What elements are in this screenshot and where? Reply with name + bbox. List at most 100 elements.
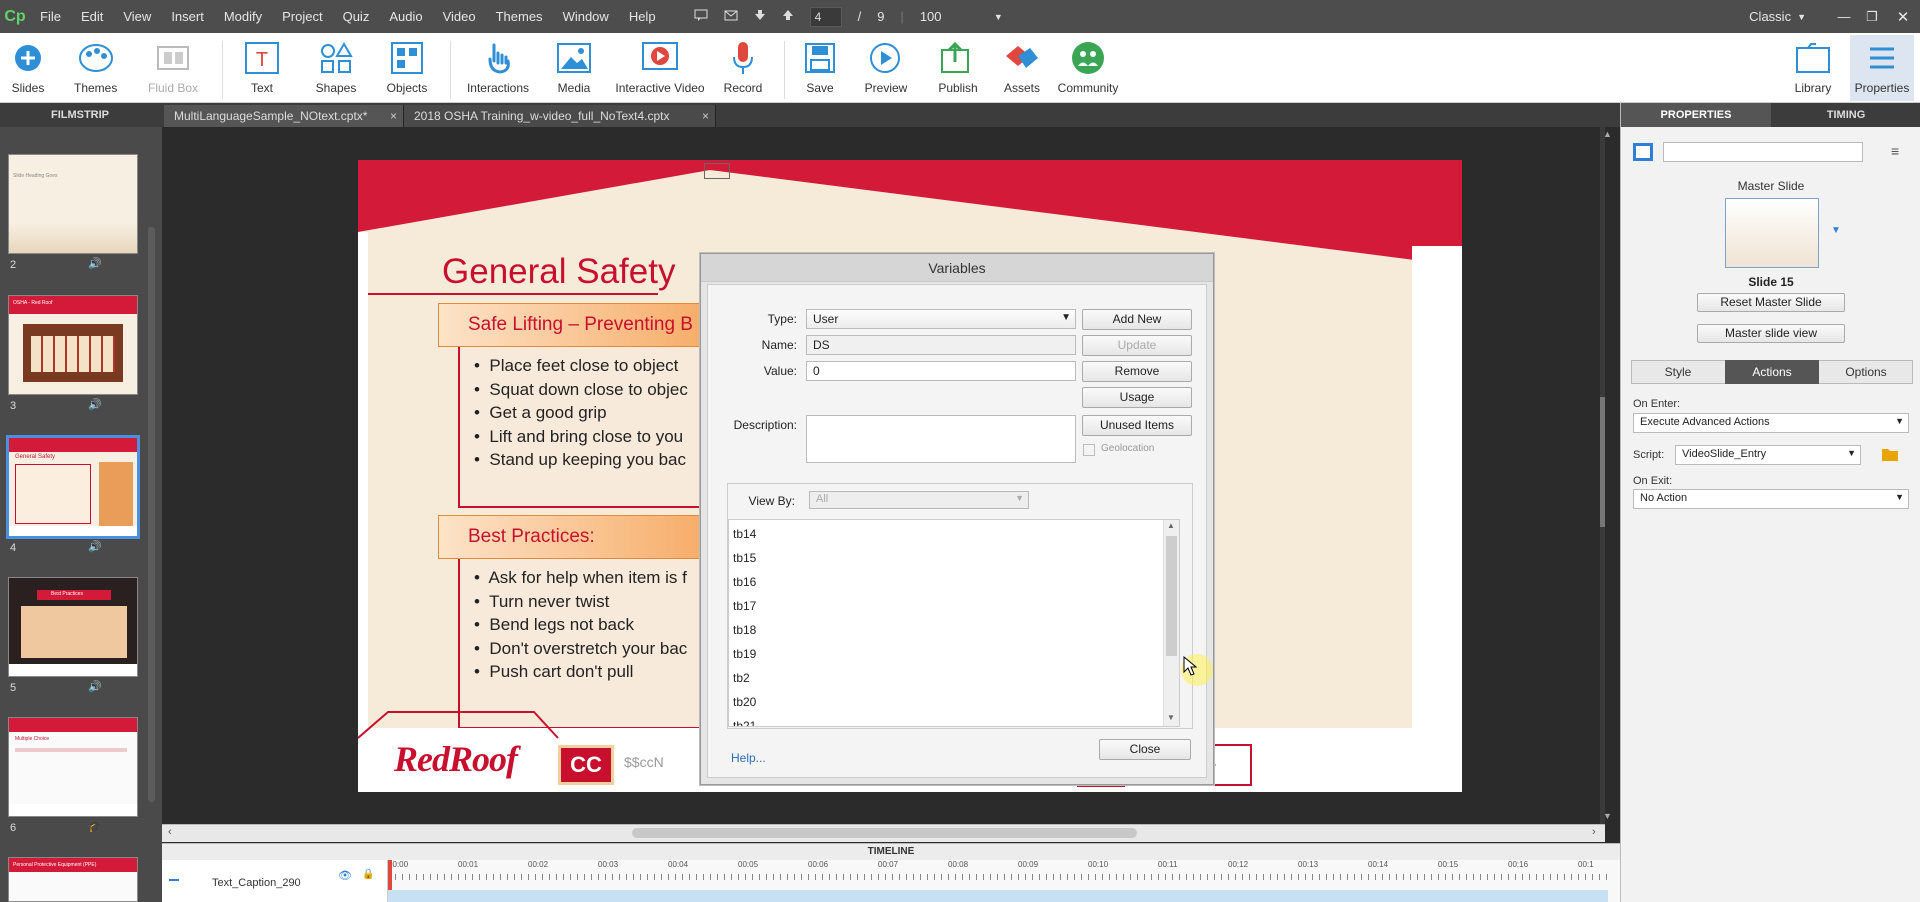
library-button[interactable]: Library (1792, 39, 1834, 95)
interactive-video-button[interactable]: Interactive Video (615, 39, 705, 95)
name-field[interactable]: DS (806, 335, 1076, 355)
filmstrip-scrollbar[interactable] (148, 227, 155, 802)
zoom-dropdown-icon[interactable]: ▼ (994, 12, 1003, 22)
comment-icon[interactable] (694, 9, 708, 24)
fluid-box-button[interactable]: Fluid Box (148, 39, 198, 95)
workspace-chevron-icon[interactable]: ▼ (1797, 12, 1806, 22)
view-by-select[interactable]: All ▼ (809, 491, 1029, 509)
tab-document-1[interactable]: MultiLanguageSample_NOtext.cptx* × (164, 105, 404, 127)
menu-file[interactable]: File (30, 0, 71, 33)
menu-project[interactable]: Project (272, 0, 332, 33)
media-button[interactable]: Media (552, 39, 596, 95)
slide-thumbnail-2[interactable]: Slide Heading Goes (8, 154, 138, 254)
object-name-field[interactable] (1663, 142, 1863, 162)
minimize-icon[interactable]: — (1830, 9, 1858, 24)
update-button[interactable]: Update (1082, 335, 1192, 356)
menu-video[interactable]: Video (433, 0, 486, 33)
timeline-track-bar[interactable] (388, 890, 1608, 902)
master-dropdown-icon[interactable]: ▼ (1831, 225, 1841, 236)
slide-thumbnail-5[interactable]: Best Practices (8, 577, 138, 677)
interactions-button[interactable]: Interactions (466, 39, 530, 95)
list-item[interactable]: tb16 (733, 570, 1179, 594)
slides-button[interactable]: Slides (8, 39, 48, 95)
list-item[interactable]: tb18 (733, 618, 1179, 642)
slide-thumbnail-4-selected[interactable]: General Safety (6, 435, 140, 539)
community-button[interactable]: Community (1058, 39, 1118, 95)
previous-slide-icon[interactable] (782, 9, 794, 24)
close-icon[interactable]: ✕ (1886, 8, 1920, 26)
on-exit-select[interactable]: No Action ▼ (1633, 489, 1909, 509)
eye-icon[interactable]: 👁 (338, 869, 352, 882)
preview-button[interactable]: Preview (862, 39, 910, 95)
timeline-ruler[interactable]: 00:00 00:01 00:02 00:03 00:04 00:05 00:0… (387, 860, 1620, 902)
close-button[interactable]: Close (1099, 739, 1191, 760)
stage-horizontal-scrollbar[interactable] (632, 828, 1137, 838)
menu-modify[interactable]: Modify (214, 0, 272, 33)
record-button[interactable]: Record (722, 39, 764, 95)
list-item[interactable]: tb20 (733, 690, 1179, 714)
zoom-value[interactable]: 100 (920, 9, 970, 24)
menu-window[interactable]: Window (553, 0, 619, 33)
lock-icon[interactable]: 🔒 (362, 869, 374, 880)
save-button[interactable]: Save (800, 39, 840, 95)
list-scrollbar-thumb[interactable] (1166, 536, 1177, 656)
scroll-right-icon[interactable]: › (1592, 826, 1596, 838)
restore-icon[interactable]: ❐ (1858, 9, 1886, 25)
subtab-actions[interactable]: Actions (1725, 360, 1819, 384)
tab-properties[interactable]: PROPERTIES (1621, 103, 1771, 127)
tab-document-2[interactable]: 2018 OSHA Training_w-video_full_NoText4.… (404, 105, 716, 127)
text-button[interactable]: T Text (240, 39, 284, 95)
tab-close-icon[interactable]: × (390, 105, 397, 127)
next-slide-icon[interactable] (754, 9, 766, 24)
list-item[interactable]: tb17 (733, 594, 1179, 618)
scroll-down-icon[interactable]: ▼ (1603, 811, 1612, 821)
scroll-left-icon[interactable]: ‹ (168, 826, 172, 838)
help-link[interactable]: Help... (731, 751, 766, 765)
themes-button[interactable]: Themes (74, 39, 117, 95)
master-slide-view-button[interactable]: Master slide view (1697, 324, 1845, 343)
list-item[interactable]: tb14 (733, 522, 1179, 546)
menu-insert[interactable]: Insert (161, 0, 214, 33)
type-select[interactable]: User ▼ (806, 309, 1076, 329)
stage-vertical-scrollbar[interactable] (1600, 397, 1605, 527)
publish-button[interactable]: Publish (934, 39, 982, 95)
list-item[interactable]: tb2 (733, 666, 1179, 690)
shapes-button[interactable]: Shapes (312, 39, 360, 95)
closed-caption-button[interactable]: CC (558, 745, 614, 785)
slide-thumbnail-6[interactable]: Multiple Choice (8, 717, 138, 817)
slide-thumbnail-7[interactable]: Personal Protective Equipment (PPE) (8, 857, 138, 902)
value-field[interactable]: 0 (806, 361, 1076, 381)
list-item[interactable]: tb15 (733, 546, 1179, 570)
subtab-style[interactable]: Style (1631, 360, 1725, 384)
on-enter-select[interactable]: Execute Advanced Actions ▼ (1633, 413, 1909, 433)
folder-icon[interactable] (1881, 446, 1899, 462)
reset-master-slide-button[interactable]: Reset Master Slide (1697, 293, 1845, 312)
remove-button[interactable]: Remove (1082, 361, 1192, 382)
page-number-field[interactable]: 4 (809, 6, 842, 27)
unused-items-button[interactable]: Unused Items (1082, 415, 1192, 436)
menu-themes[interactable]: Themes (486, 0, 553, 33)
add-new-button[interactable]: Add New (1082, 309, 1192, 330)
scroll-up-icon[interactable]: ▲ (1603, 129, 1612, 139)
description-field[interactable] (806, 415, 1076, 463)
list-item[interactable]: tb21 (733, 714, 1179, 726)
menu-view[interactable]: View (113, 0, 161, 33)
tab-timing[interactable]: TIMING (1771, 103, 1920, 127)
workspace-mode[interactable]: Classic (1749, 9, 1791, 24)
properties-button[interactable]: Properties (1850, 35, 1914, 101)
timeline-row-label[interactable]: Text_Caption_290 (212, 877, 301, 889)
subtab-options[interactable]: Options (1819, 360, 1913, 384)
scroll-down-icon[interactable]: ▼ (1167, 713, 1175, 722)
master-slide-thumbnail[interactable] (1725, 198, 1819, 268)
geolocation-checkbox[interactable] (1083, 444, 1095, 456)
objects-button[interactable]: Objects (384, 39, 430, 95)
slide-thumbnail-3[interactable]: OSHA - Red Roof (8, 295, 138, 395)
menu-help[interactable]: Help (619, 0, 666, 33)
assets-button[interactable]: Assets (1002, 39, 1042, 95)
scroll-up-icon[interactable]: ▲ (1167, 521, 1175, 530)
mail-icon[interactable] (724, 9, 738, 24)
menu-audio[interactable]: Audio (379, 0, 432, 33)
menu-quiz[interactable]: Quiz (333, 0, 380, 33)
script-select[interactable]: VideoSlide_Entry ▼ (1675, 445, 1861, 465)
list-item[interactable]: tb19 (733, 642, 1179, 666)
